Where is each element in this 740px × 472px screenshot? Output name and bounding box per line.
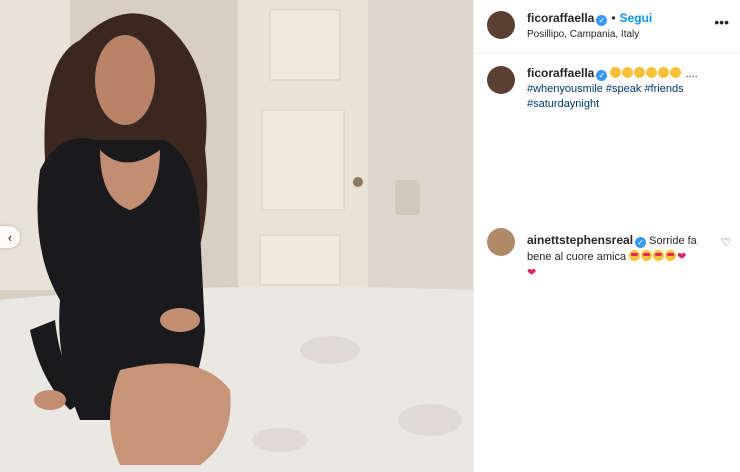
chevron-left-icon: ‹ — [7, 229, 13, 245]
emoji-kissing-icon — [658, 67, 670, 78]
commenter-avatar[interactable] — [487, 228, 515, 256]
emoji-grinning-icon — [622, 67, 634, 78]
more-options-button[interactable]: ••• — [714, 14, 729, 30]
author-avatar[interactable] — [487, 11, 515, 39]
emoji-heart-eyes-icon — [665, 250, 677, 261]
photo-illustration — [0, 0, 473, 472]
red-heart-icon: ❤ — [527, 267, 537, 279]
separator-dot: • — [611, 11, 616, 25]
instagram-post: ‹ ficoraffaella ✓ • Segui Posillipo, Campan… — [0, 0, 740, 472]
follow-button[interactable]: Segui — [620, 11, 653, 25]
post-location[interactable]: Posillipo, Campania, Italy — [527, 29, 639, 40]
emoji-heart-eyes-icon — [653, 250, 665, 261]
verified-badge-icon: ✓ — [635, 237, 647, 248]
emoji-grinning-icon — [634, 67, 646, 78]
commenter-username[interactable]: ainettstephensreal — [527, 233, 633, 247]
emoji-heart-eyes-icon — [629, 250, 641, 261]
emoji-grinning-icon — [610, 67, 622, 78]
verified-badge-icon: ✓ — [596, 70, 608, 81]
verified-badge-icon: ✓ — [596, 15, 608, 26]
emoji-kissing-icon — [646, 67, 658, 78]
more-horizontal-icon: ••• — [714, 14, 729, 30]
author-username[interactable]: ficoraffaella — [527, 11, 594, 25]
hashtag-link[interactable]: #speak — [606, 83, 641, 95]
post-header: ficoraffaella ✓ • Segui Posillipo, Campania… — [474, 0, 740, 53]
caption-trailing: .... — [685, 68, 698, 80]
hashtag-link[interactable]: #whenyousmile — [527, 83, 603, 95]
emoji-kissing-icon — [670, 67, 682, 78]
comment-item: ainettstephensreal ✓ Sorride fa bene al c… — [527, 232, 707, 281]
hashtag-link[interactable]: #friends — [644, 83, 683, 95]
post-caption: ficoraffaella ✓ .... #whenyousmile #speak… — [527, 66, 727, 112]
caption-author-avatar[interactable] — [487, 66, 515, 94]
caption-username[interactable]: ficoraffaella — [527, 66, 594, 80]
red-heart-icon: ❤ — [677, 251, 687, 263]
post-sidebar: ficoraffaella ✓ • Segui Posillipo, Campania… — [473, 0, 740, 472]
like-comment-heart-icon[interactable]: ♡ — [721, 236, 731, 249]
emoji-heart-eyes-icon — [641, 250, 653, 261]
post-photo[interactable]: ‹ — [0, 0, 473, 472]
header-line: ficoraffaella ✓ • Segui — [527, 11, 652, 26]
hashtag-link[interactable]: #saturdaynight — [527, 98, 599, 110]
